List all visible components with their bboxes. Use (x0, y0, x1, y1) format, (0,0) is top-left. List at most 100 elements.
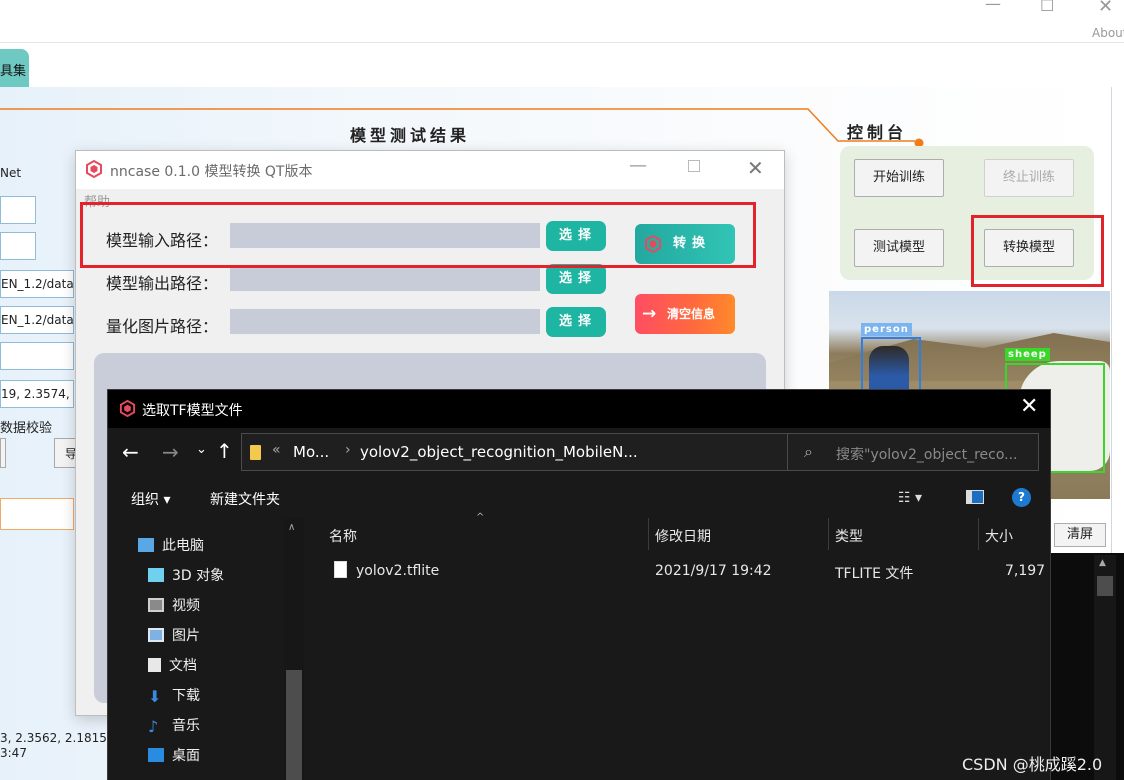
forward-arrow-icon[interactable]: → (162, 440, 179, 464)
search-placeholder: 搜索"yolov2_object_reco... (836, 447, 1018, 463)
output-path-field[interactable] (230, 266, 540, 291)
quant-path-field[interactable] (230, 309, 540, 334)
column-header-name[interactable]: 名称 (329, 526, 357, 546)
left-button[interactable] (0, 438, 6, 468)
nav-item-music[interactable]: ♪ 音乐 (148, 715, 200, 736)
address-bar[interactable]: « Mo... › yolov2_object_recognition_Mobi… (241, 433, 881, 471)
title-bar: nncase 0.1.0 模型转换 QT版本 — ✕ (76, 151, 784, 189)
view-options-icon[interactable]: ☷ ▾ (898, 490, 922, 506)
app-logo-icon (119, 400, 136, 417)
network-label: Net (0, 166, 22, 180)
breadcrumb-item[interactable]: yolov2_object_recognition_MobileN... (360, 443, 638, 461)
app-logo-icon (86, 160, 102, 178)
chevron-left-icon[interactable]: « (272, 442, 281, 458)
about-menu[interactable]: About (1092, 26, 1124, 40)
column-divider[interactable] (978, 518, 979, 550)
nav-item-documents[interactable]: 文档 (148, 655, 197, 675)
nav-item-pictures[interactable]: 图片 (148, 625, 200, 645)
nav-item-label: 文档 (169, 658, 197, 674)
column-divider[interactable] (828, 518, 829, 550)
file-size: 7,197 (1005, 563, 1046, 579)
scroll-up-icon[interactable]: ∧ (288, 522, 295, 533)
output-path-label: 模型输出路径： (106, 274, 219, 293)
column-label: 名称 (329, 529, 357, 545)
import-button[interactable]: 导 (54, 438, 76, 468)
clear-info-button[interactable]: → 清空信息 (635, 294, 735, 334)
close-icon[interactable]: ✕ (1098, 0, 1113, 17)
folder-icon (250, 445, 261, 460)
dialog-title-bar: 选取TF模型文件 ✕ (108, 390, 1050, 428)
column-divider[interactable] (648, 518, 649, 550)
choose-quant-button[interactable]: 选择 (546, 307, 606, 337)
nav-item-this-pc[interactable]: 此电脑 (138, 535, 204, 555)
chevron-right-icon[interactable]: › (345, 442, 351, 458)
console-title: 控制台 (847, 123, 908, 142)
close-icon[interactable]: ✕ (1020, 394, 1038, 419)
organize-menu[interactable]: 组织 ▾ (131, 489, 170, 509)
quant-path-label: 量化图片路径： (106, 317, 219, 336)
maximize-icon[interactable] (688, 160, 700, 172)
minimize-icon[interactable]: — (629, 155, 647, 176)
breadcrumb-item[interactable]: Mo... (293, 443, 329, 461)
back-arrow-icon[interactable]: ← (122, 440, 139, 464)
nav-item-3d-objects[interactable]: 3D 对象 (148, 565, 224, 585)
person-label: person (861, 323, 912, 336)
window-title: nncase 0.1.0 模型转换 QT版本 (110, 164, 313, 180)
maximize-icon[interactable]: ☐ (1040, 0, 1054, 15)
close-icon[interactable]: ✕ (747, 156, 764, 180)
nav-item-label: 此电脑 (162, 538, 204, 554)
file-type: TFLITE 文件 (835, 566, 914, 582)
column-header-size[interactable]: 大小 (985, 526, 1013, 546)
desktop-icon (148, 748, 164, 762)
minimize-icon[interactable]: — (985, 0, 1001, 13)
computer-icon (138, 538, 154, 552)
clear-info-label: 清空信息 (667, 307, 716, 321)
dataset-path-field-2[interactable]: EN_1.2/datase (0, 306, 74, 334)
nav-item-label: 图片 (172, 628, 200, 644)
search-input[interactable]: ⌕ 搜索"yolov2_object_reco... (787, 433, 1039, 471)
blank-field[interactable] (0, 342, 74, 370)
recent-locations-icon[interactable]: ⌄ (196, 442, 207, 457)
dialog-title: 选取TF模型文件 (142, 403, 243, 419)
tab-toolkit[interactable]: 具集 (0, 49, 29, 87)
epoch-spinbox[interactable] (0, 196, 36, 224)
nav-item-label: 3D 对象 (172, 568, 225, 584)
preview-pane-icon[interactable] (966, 490, 984, 504)
file-name[interactable]: yolov2.tflite (356, 563, 439, 579)
scroll-up-icon[interactable]: ▲ (1099, 558, 1106, 568)
anchors-field[interactable]: 19, 2.3574, 2 (0, 380, 74, 408)
sheep-label: sheep (1005, 348, 1050, 361)
log-field[interactable] (0, 498, 74, 530)
dataset-path-field[interactable]: EN_1.2/datas (0, 270, 74, 298)
data-check-label: 数据校验 (0, 421, 53, 436)
file-modified: 2021/9/17 19:42 (655, 563, 772, 579)
test-model-button[interactable]: 测试模型 (854, 229, 944, 267)
nav-item-downloads[interactable]: ⬇ 下载 (148, 685, 200, 706)
highlight-box (971, 215, 1104, 287)
nav-item-video[interactable]: 视频 (148, 595, 200, 615)
divider (0, 42, 1124, 43)
help-icon[interactable]: ? (1012, 488, 1031, 507)
highlight-box (80, 202, 756, 268)
video-icon (148, 598, 164, 612)
scrollbar-thumb[interactable] (286, 670, 302, 780)
arrow-right-icon: → (642, 304, 657, 324)
log-line: 3:47 (0, 746, 27, 760)
document-icon (148, 658, 161, 672)
nav-item-desktop[interactable]: 桌面 (148, 745, 200, 765)
column-header-modified[interactable]: 修改日期 (655, 526, 711, 546)
watermark: CSDN @桃成蹊2.0 (962, 755, 1103, 774)
navigation-pane: 此电脑 3D 对象 视频 图片 文档 ⬇ 下载 ♪ 音乐 桌面 ∧ (108, 518, 304, 780)
column-header-type[interactable]: 类型 (835, 526, 863, 546)
choose-output-button[interactable]: 选择 (546, 264, 606, 294)
up-arrow-icon[interactable]: ↑ (216, 439, 233, 463)
nav-item-label: 桌面 (172, 748, 200, 764)
dialog-toolbar: 组织 ▾ 新建文件夹 ☷ ▾ ? (108, 480, 1050, 518)
clear-screen-button[interactable]: 清屏 (1054, 523, 1106, 547)
scrollbar-thumb[interactable] (1097, 576, 1113, 596)
start-train-button[interactable]: 开始训练 (854, 159, 944, 197)
option-combobox[interactable] (0, 232, 36, 260)
file-open-dialog: 选取TF模型文件 ✕ ← → ⌄ ↑ « Mo... › yolov2_obje… (107, 389, 1051, 780)
stop-train-button[interactable]: 终止训练 (984, 159, 1074, 197)
new-folder-button[interactable]: 新建文件夹 (210, 489, 280, 509)
